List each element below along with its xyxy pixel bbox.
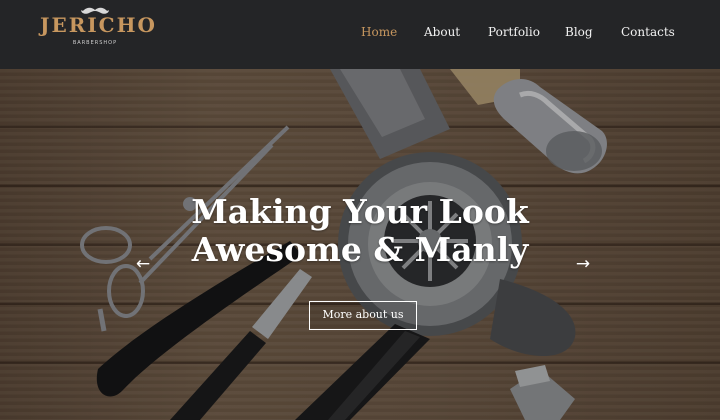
hero-slider: Making Your Look Awesome & Manly ← → Mor… bbox=[0, 69, 720, 420]
brand-logo[interactable]: JERICHO BARBERSHOP bbox=[40, 7, 157, 49]
arrow-left-icon[interactable]: ← bbox=[131, 252, 155, 276]
brand-tagline: BARBERSHOP bbox=[72, 40, 118, 46]
hero-title-line-2: Awesome & Manly bbox=[191, 230, 529, 269]
more-about-us-button[interactable]: More about us bbox=[309, 301, 417, 330]
arrow-right-icon[interactable]: → bbox=[571, 252, 595, 276]
nav-item-contacts[interactable]: Contacts bbox=[621, 25, 675, 39]
nav-item-portfolio[interactable]: Portfolio bbox=[488, 25, 540, 39]
brand-name: JERICHO bbox=[40, 13, 157, 37]
hero-title-line-1: Making Your Look bbox=[191, 192, 529, 231]
nav-item-home[interactable]: Home bbox=[361, 25, 397, 39]
nav-item-blog[interactable]: Blog bbox=[565, 25, 593, 39]
site-header: JERICHO BARBERSHOP Home About Portfolio … bbox=[0, 0, 720, 69]
nav-item-about[interactable]: About bbox=[424, 25, 460, 39]
